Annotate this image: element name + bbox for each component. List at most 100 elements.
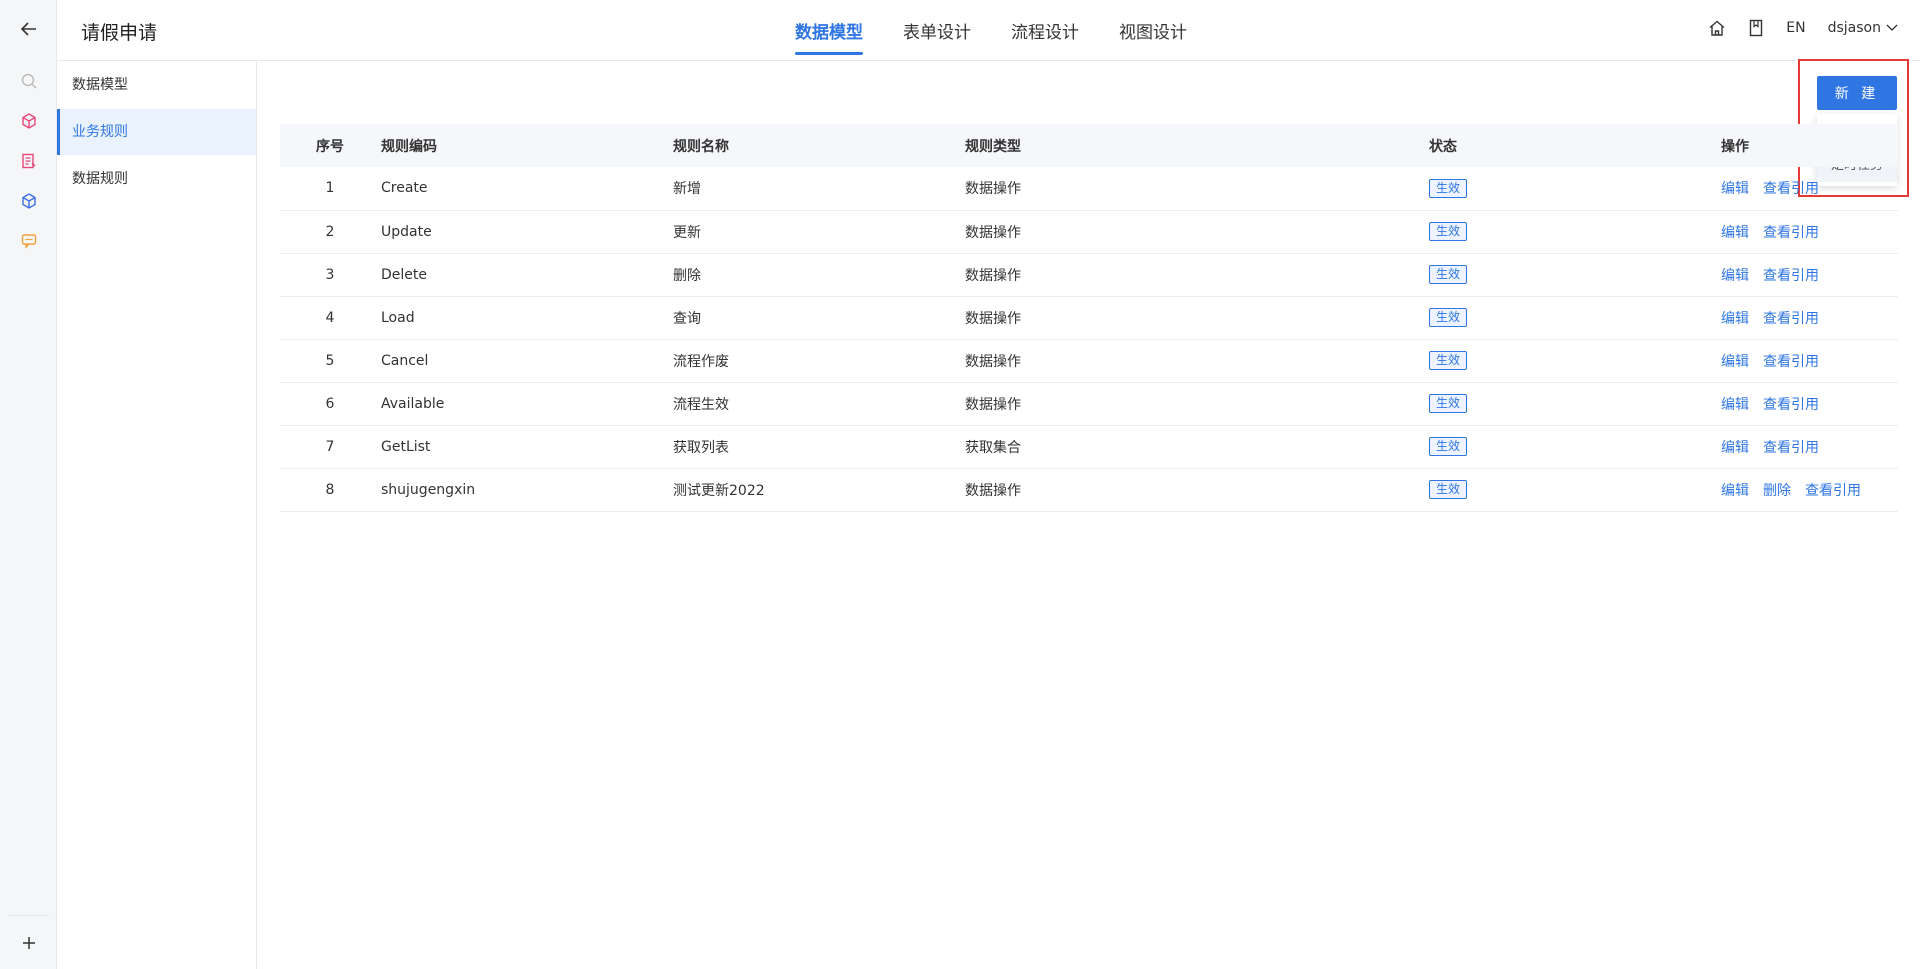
header-actions-col: 操作 xyxy=(1721,138,1749,155)
cell-actions: 编辑 查看引用 xyxy=(1720,296,1898,339)
rules-table: 序号 规则编码 规则名称 规则类型 状态 操作 1 Create 新增 数据操作… xyxy=(280,124,1898,512)
cell-status: 生效 xyxy=(1428,167,1720,210)
header-name: 规则名称 xyxy=(673,138,729,155)
cell-code: Available xyxy=(381,395,445,412)
header-status: 状态 xyxy=(1429,138,1457,155)
nav-item-data-model[interactable]: 数据模型 xyxy=(57,62,256,108)
table-row: 1 Create 新增 数据操作 生效 编辑 查看引用 xyxy=(280,167,1898,210)
edit-link[interactable]: 编辑 xyxy=(1721,440,1749,456)
delete-link[interactable]: 删除 xyxy=(1763,483,1791,499)
status-badge: 生效 xyxy=(1429,178,1468,198)
home-icon[interactable] xyxy=(1708,19,1726,37)
cube-icon[interactable] xyxy=(0,188,57,214)
cell-type: 数据操作 xyxy=(965,353,1021,370)
cell-status: 生效 xyxy=(1428,425,1720,468)
chat-icon[interactable] xyxy=(0,228,57,254)
plus-icon[interactable] xyxy=(0,928,57,958)
box-icon[interactable] xyxy=(0,108,57,134)
cell-actions: 编辑 查看引用 xyxy=(1720,382,1898,425)
table-row: 2 Update 更新 数据操作 生效 编辑 查看引用 xyxy=(280,210,1898,253)
cell-status: 生效 xyxy=(1428,296,1720,339)
view-references-link[interactable]: 查看引用 xyxy=(1763,225,1819,241)
cell-code: GetList xyxy=(381,438,431,455)
cell-status: 生效 xyxy=(1428,339,1720,382)
table-row: 8 shujugengxin 测试更新2022 数据操作 生效 编辑 删除 查看引用 xyxy=(280,468,1898,511)
cell-status: 生效 xyxy=(1428,468,1720,511)
cell-type: 数据操作 xyxy=(965,482,1021,499)
edit-link[interactable]: 编辑 xyxy=(1721,225,1749,241)
status-badge: 生效 xyxy=(1429,351,1468,370)
back-arrow-icon[interactable] xyxy=(0,14,57,44)
cell-code: Update xyxy=(381,223,432,240)
form-icon[interactable] xyxy=(0,148,57,174)
tab-flow-design[interactable]: 流程设计 xyxy=(1011,0,1079,61)
cell-index: 7 xyxy=(325,438,335,455)
cell-code: Create xyxy=(381,180,428,197)
main-content: 新 建 数据操作 定时任务 序号 规则编码 规则名称 规则类型 状态 操作 1 … xyxy=(258,59,1920,969)
top-header: 请假申请 数据模型 表单设计 流程设计 视图设计 EN dsjason xyxy=(57,0,1920,61)
cell-status: 生效 xyxy=(1428,382,1720,425)
table-body: 1 Create 新增 数据操作 生效 编辑 查看引用 2 Update 更新 数… xyxy=(280,167,1898,511)
status-badge: 生效 xyxy=(1429,394,1468,413)
cell-actions: 编辑 查看引用 xyxy=(1720,253,1898,296)
app-title: 请假申请 xyxy=(81,22,158,44)
rail-divider xyxy=(8,915,49,916)
view-references-link[interactable]: 查看引用 xyxy=(1763,397,1819,413)
status-badge: 生效 xyxy=(1429,265,1468,284)
status-badge: 生效 xyxy=(1429,222,1468,241)
view-references-link[interactable]: 查看引用 xyxy=(1763,354,1819,370)
cell-index: 1 xyxy=(325,180,335,197)
edit-link[interactable]: 编辑 xyxy=(1721,483,1749,499)
tab-data-model[interactable]: 数据模型 xyxy=(795,0,863,61)
cell-type: 数据操作 xyxy=(965,181,1021,198)
cell-type: 数据操作 xyxy=(965,396,1021,413)
header-code: 规则编码 xyxy=(381,138,437,155)
cell-index: 8 xyxy=(325,481,335,498)
cell-actions: 编辑 查看引用 xyxy=(1720,339,1898,382)
view-references-link[interactable]: 查看引用 xyxy=(1763,440,1819,456)
chevron-down-icon xyxy=(1886,24,1898,31)
search-icon[interactable] xyxy=(0,66,57,96)
table-row: 7 GetList 获取列表 获取集合 生效 编辑 查看引用 xyxy=(280,425,1898,468)
cell-type: 数据操作 xyxy=(965,267,1021,284)
cell-type: 数据操作 xyxy=(965,310,1021,327)
cell-name: 删除 xyxy=(673,267,701,284)
edit-link[interactable]: 编辑 xyxy=(1721,354,1749,370)
view-references-link[interactable]: 查看引用 xyxy=(1763,181,1819,197)
cell-type: 数据操作 xyxy=(965,224,1021,241)
nav-item-business-rules[interactable]: 业务规则 xyxy=(57,109,256,155)
cell-status: 生效 xyxy=(1428,253,1720,296)
table-row: 4 Load 查询 数据操作 生效 编辑 查看引用 xyxy=(280,296,1898,339)
cell-name: 更新 xyxy=(673,224,701,241)
cell-actions: 编辑 查看引用 xyxy=(1720,210,1898,253)
new-button[interactable]: 新 建 xyxy=(1817,76,1897,110)
view-references-link[interactable]: 查看引用 xyxy=(1805,483,1861,499)
table-row: 3 Delete 删除 数据操作 生效 编辑 查看引用 xyxy=(280,253,1898,296)
cell-name: 测试更新2022 xyxy=(673,482,765,499)
status-badge: 生效 xyxy=(1429,437,1468,456)
view-references-link[interactable]: 查看引用 xyxy=(1763,268,1819,284)
cell-code: shujugengxin xyxy=(381,481,476,498)
book-icon[interactable] xyxy=(1748,19,1764,37)
edit-link[interactable]: 编辑 xyxy=(1721,268,1749,284)
edit-link[interactable]: 编辑 xyxy=(1721,181,1749,197)
cell-name: 流程生效 xyxy=(673,396,729,413)
edit-link[interactable]: 编辑 xyxy=(1721,311,1749,327)
tab-view-design[interactable]: 视图设计 xyxy=(1119,0,1187,61)
header-actions: EN dsjason xyxy=(1708,19,1898,37)
cell-name: 流程作废 xyxy=(673,353,729,370)
cell-index: 5 xyxy=(325,352,335,369)
cell-index: 3 xyxy=(325,266,335,283)
cell-type: 获取集合 xyxy=(965,439,1021,456)
cell-actions: 编辑 查看引用 xyxy=(1720,425,1898,468)
edit-link[interactable]: 编辑 xyxy=(1721,397,1749,413)
view-references-link[interactable]: 查看引用 xyxy=(1763,311,1819,327)
cell-index: 2 xyxy=(325,223,335,240)
tab-form-design[interactable]: 表单设计 xyxy=(903,0,971,61)
user-name: dsjason xyxy=(1827,20,1881,36)
status-badge: 生效 xyxy=(1429,480,1468,499)
cell-actions: 编辑 查看引用 xyxy=(1720,167,1898,210)
nav-item-data-rules[interactable]: 数据规则 xyxy=(57,156,256,202)
language-switch[interactable]: EN xyxy=(1786,20,1805,36)
user-menu[interactable]: dsjason xyxy=(1828,20,1898,36)
